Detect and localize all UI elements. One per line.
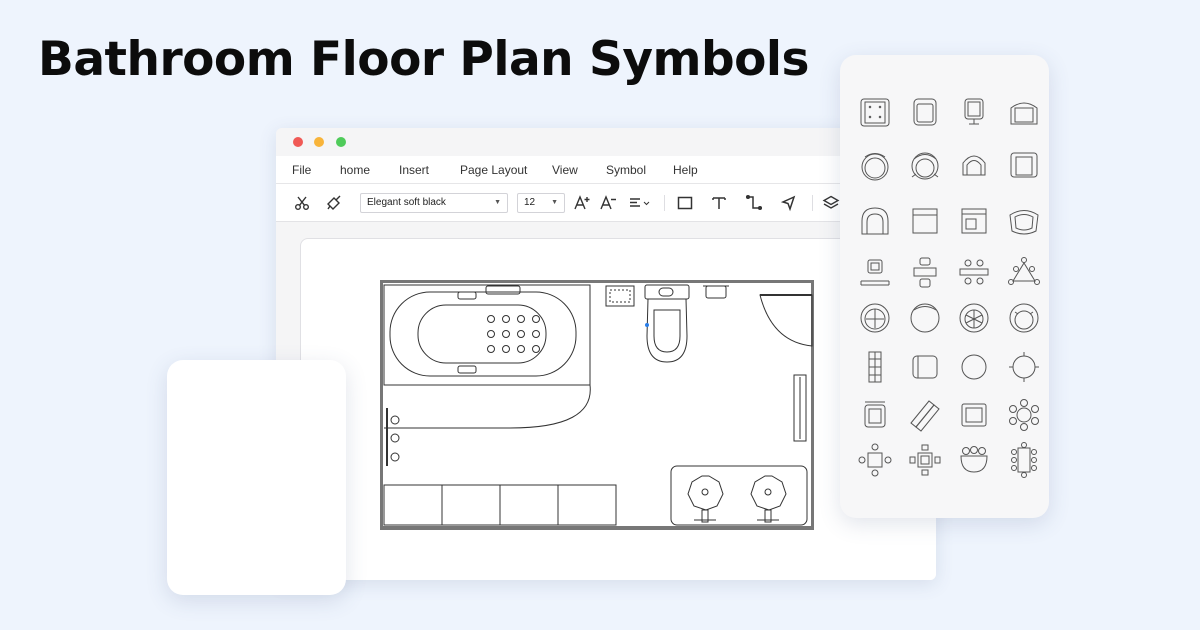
menu-page-layout[interactable]: Page Layout	[460, 163, 527, 177]
close-window-button[interactable]	[293, 137, 303, 147]
semicircle-table-icon[interactable]	[956, 442, 992, 478]
radial-chair-icon[interactable]	[956, 300, 992, 336]
towel-hooks	[386, 408, 400, 466]
bath-step	[384, 384, 591, 429]
round-stool-icon[interactable]	[956, 349, 992, 385]
round-seat-icon[interactable]	[1006, 349, 1042, 385]
loveseat-icon[interactable]	[956, 397, 992, 433]
toolbar-divider	[812, 195, 813, 211]
triangle-table-icon[interactable]	[1006, 255, 1042, 291]
square-chair-icon[interactable]	[1006, 147, 1042, 183]
minimize-window-button[interactable]	[314, 137, 324, 147]
font-increase-icon[interactable]	[573, 194, 591, 212]
menu-help[interactable]: Help	[673, 163, 698, 177]
toolbar-divider	[664, 195, 665, 211]
format-painter-icon[interactable]	[325, 194, 343, 212]
menu-file[interactable]: File	[292, 163, 311, 177]
layers-icon[interactable]	[822, 194, 840, 212]
tub-chair-icon[interactable]	[1006, 203, 1042, 239]
font-decrease-icon[interactable]	[599, 194, 617, 212]
chair-grid-icon[interactable]	[857, 94, 893, 130]
round-back-chair-icon[interactable]	[857, 203, 893, 239]
title-bar	[276, 128, 936, 156]
text-icon[interactable]	[710, 194, 728, 212]
double-sink-vanity-symbol	[670, 465, 808, 526]
maximize-window-button[interactable]	[336, 137, 346, 147]
corner-chair-icon[interactable]	[956, 203, 992, 239]
connector-icon[interactable]	[745, 194, 763, 212]
font-size-value: 12	[524, 197, 536, 208]
desk-chair-icon[interactable]	[857, 255, 893, 291]
toilet-symbol	[644, 284, 690, 363]
table-two-seat-icon[interactable]	[907, 255, 943, 291]
arched-chair-icon[interactable]	[956, 147, 992, 183]
menu-symbol[interactable]: Symbol	[606, 163, 646, 177]
app-window: File home Insert Page Layout View Symbol…	[276, 128, 936, 580]
conference-table-icon[interactable]	[1006, 442, 1042, 478]
armchair-icon[interactable]	[907, 94, 943, 130]
bench-icon[interactable]	[857, 349, 893, 385]
sofa-icon[interactable]	[907, 349, 943, 385]
font-family-value: Elegant soft black	[367, 197, 446, 208]
decorative-card	[167, 360, 346, 595]
square-table-four-icon[interactable]	[857, 442, 893, 478]
menu-bar: File home Insert Page Layout View Symbol…	[276, 156, 936, 184]
toolbar: Elegant soft black ▼ 12 ▼	[276, 184, 936, 222]
chevron-down-icon: ▼	[551, 199, 558, 206]
page-title: Bathroom Floor Plan Symbols	[38, 32, 809, 87]
recliner-icon[interactable]	[857, 397, 893, 433]
chevron-down-icon: ▼	[494, 199, 501, 206]
menu-view[interactable]: View	[552, 163, 578, 177]
round-armchair-icon[interactable]	[1006, 300, 1042, 336]
align-icon[interactable]	[628, 194, 652, 212]
bathroom-floor-plan[interactable]	[380, 280, 814, 530]
pointer-icon[interactable]	[780, 194, 798, 212]
toilet-paper-holder-symbol	[703, 285, 729, 299]
circle-seat-icon[interactable]	[907, 300, 943, 336]
floor-plan-walls	[380, 280, 814, 530]
cut-icon[interactable]	[293, 194, 311, 212]
round-chair-icon[interactable]	[857, 147, 893, 183]
lounge-chair-icon[interactable]	[1006, 94, 1042, 130]
round-table-six-icon[interactable]	[1006, 397, 1042, 433]
square-table-icon[interactable]	[907, 442, 943, 478]
office-chair-icon[interactable]	[956, 94, 992, 130]
rectangle-icon[interactable]	[676, 194, 694, 212]
font-size-select[interactable]: 12 ▼	[517, 193, 565, 213]
table-four-seat-icon[interactable]	[956, 255, 992, 291]
bathtub-symbol	[383, 284, 591, 386]
menu-insert[interactable]: Insert	[399, 163, 429, 177]
chaise-icon[interactable]	[907, 397, 943, 433]
font-family-select[interactable]: Elegant soft black ▼	[360, 193, 508, 213]
menu-home[interactable]: home	[340, 163, 370, 177]
round-table-chair-icon[interactable]	[857, 300, 893, 336]
box-chair-icon[interactable]	[907, 203, 943, 239]
symbol-library-panel	[840, 55, 1049, 518]
radiator-symbol	[793, 374, 807, 442]
corner-basin-symbol	[759, 294, 813, 347]
cabinet-row	[383, 484, 617, 526]
shower-tray-symbol	[605, 285, 635, 307]
swivel-chair-icon[interactable]	[907, 147, 943, 183]
